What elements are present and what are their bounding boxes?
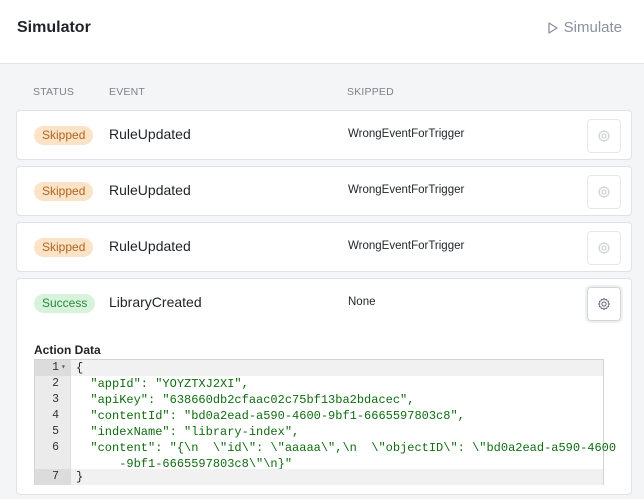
header: Simulator Simulate [0,0,644,64]
row-settings-button[interactable] [587,287,621,321]
simulate-label: Simulate [563,19,622,36]
gear-icon [597,185,611,199]
line-number: 7 [35,469,71,485]
table-row: Skipped RuleUpdated WrongEventForTrigger [16,222,632,272]
event-name: RuleUpdated [109,182,191,198]
event-name: RuleUpdated [109,126,191,142]
line-number: 6 [52,441,59,454]
code-text: "indexName": "library-index", [76,425,300,439]
line-number: 4 [52,409,59,422]
code-line: 5 "indexName": "library-index", [35,424,603,440]
simulate-button[interactable]: Simulate [547,19,622,36]
action-data-label: Action Data [34,343,101,357]
table-row: Skipped RuleUpdated WrongEventForTrigger [16,166,632,216]
code-line: 2 "appId": "YOYZTXJ2XI", [35,376,603,392]
status-badge: Skipped [34,238,94,257]
line-number: 5 [52,425,59,438]
code-line: 4 "contentId": "bd0a2ead-a590-4600-9bf1-… [35,408,603,424]
gear-icon [597,241,611,255]
code-text: } [76,470,84,484]
status-badge: Success [34,294,96,313]
skipped-reason: WrongEventForTrigger [348,128,465,140]
code-editor[interactable]: 1 ▾ { 2 "appId": "YOYZTXJ2XI", 3 "apiKey… [34,359,616,485]
gear-icon [597,297,611,311]
code-text: "content": "{\n \"id\": \"aaaaa\",\n \"o… [76,441,617,455]
gear-icon [597,129,611,143]
column-header-status: STATUS [33,86,75,98]
code-line: 7 } [35,469,603,485]
code-line: 3 "apiKey": "638660db2cfaac02c75bf13ba2b… [35,392,603,408]
action-data-panel: Action Data 1 ▾ { 2 "appId": "YOYZTXJ2XI… [16,327,632,495]
table-row: Success LibraryCreated None [16,278,632,328]
code-text: "apiKey": "638660db2cfaac02c75bf13ba2bda… [76,393,415,407]
row-settings-button[interactable] [587,175,621,209]
event-name: RuleUpdated [109,238,191,254]
code-text: { [76,361,84,375]
column-header-event: EVENT [109,86,146,98]
skipped-reason: WrongEventForTrigger [348,184,465,196]
event-name: LibraryCreated [109,294,202,310]
code-text: "appId": "YOYZTXJ2XI", [76,377,249,391]
row-settings-button[interactable] [587,231,621,265]
code-text: "contentId": "bd0a2ead-a590-4600-9bf1-66… [76,409,465,423]
code-line: 1 ▾ { [35,360,603,376]
table-row: Skipped RuleUpdated WrongEventForTrigger [16,110,632,160]
column-header-skipped: SKIPPED [347,86,394,98]
play-icon [547,21,558,34]
line-number: 2 [52,377,59,390]
line-number: 3 [52,393,59,406]
row-settings-button[interactable] [587,119,621,153]
status-badge: Skipped [34,126,94,145]
skipped-reason: None [348,296,376,308]
skipped-reason: WrongEventForTrigger [348,240,465,252]
table-header: STATUS EVENT SKIPPED [0,86,644,100]
fold-arrow-icon[interactable]: ▾ [61,360,66,376]
page-title: Simulator [17,19,91,36]
status-badge: Skipped [34,182,94,201]
code-line: 6 "content": "{\n \"id\": \"aaaaa\",\n \… [35,440,616,456]
